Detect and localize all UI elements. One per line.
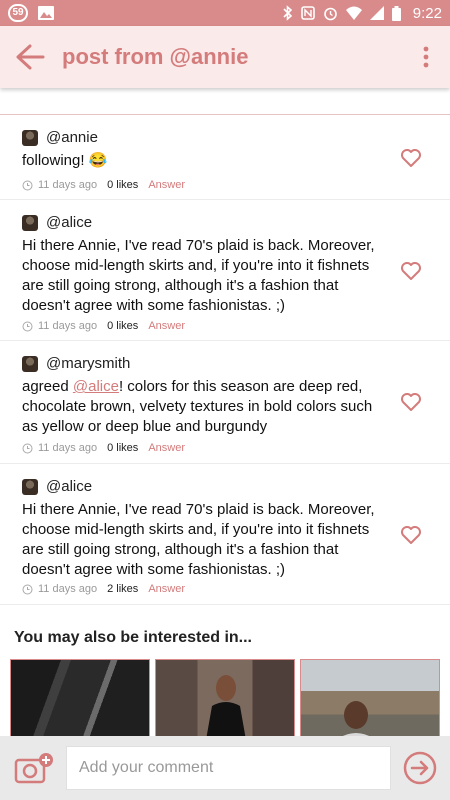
clock-time: 9:22 [412,4,442,22]
comment-composer [0,736,450,800]
comment-meta: 11 days ago 0 likes Answer [22,442,185,454]
divider [0,114,450,115]
avatar[interactable] [22,214,38,231]
comment-meta: 11 days ago 0 likes Answer [22,179,185,191]
wifi-icon [345,6,362,20]
clock-icon [22,180,33,190]
comment-text: agreed @alice! colors for this season ar… [22,377,382,437]
clock-icon [22,584,33,594]
related-post-thumbnail[interactable] [10,659,150,739]
signal-icon [369,6,384,20]
comment-text: following! 😂 [22,152,108,169]
answer-link[interactable]: Answer [148,179,185,191]
comment-username[interactable]: @alice [46,214,92,231]
heart-icon[interactable] [400,261,422,281]
page-title: post from @annie [62,44,249,69]
comment-input[interactable] [66,746,391,790]
comment-time: 11 days ago [38,179,98,191]
related-post-thumbnail[interactable] [300,659,440,739]
clock-icon [22,443,33,453]
comment-time: 11 days ago [38,320,98,332]
comment-likes: 0 likes [107,442,139,454]
nfc-icon [300,6,315,20]
heart-icon[interactable] [400,392,422,412]
person-photo [339,701,373,738]
comment-username[interactable]: @alice [46,478,92,495]
comment-meta: 11 days ago 0 likes Answer [22,320,185,332]
avatar[interactable] [22,478,38,495]
alarm-icon [323,7,337,20]
related-post-thumbnail[interactable] [155,659,295,739]
comment-header: @annie [22,129,98,146]
more-vertical-icon[interactable] [416,44,436,70]
comment-header: @marysmith [22,355,130,372]
app-bar: post from @annie [0,26,450,88]
comment-header: @alice [22,478,92,495]
status-icons: 9:22 [283,0,442,26]
heart-icon[interactable] [400,148,422,168]
add-photo-icon[interactable] [14,752,54,786]
comment-username[interactable]: @marysmith [46,355,130,372]
clock-icon [22,321,33,331]
answer-link[interactable]: Answer [148,583,185,595]
comment-time: 11 days ago [38,442,98,454]
send-arrow-icon[interactable] [402,750,438,786]
comment-text: Hi there Annie, I've read 70's plaid is … [22,237,375,314]
image-icon [38,6,54,20]
avatar[interactable] [22,355,38,372]
heart-icon[interactable] [400,525,422,545]
interest-section-title: You may also be interested in... [14,629,252,646]
person-photo [206,675,246,738]
comment-item: @alice Hi there Annie, I've read 70's pl… [0,465,450,605]
comment-item: @marysmith agreed @alice! colors for thi… [0,342,450,464]
comment-text: Hi there Annie, I've read 70's plaid is … [22,501,375,578]
comment-item: @alice Hi there Annie, I've read 70's pl… [0,201,450,341]
comment-time: 11 days ago [38,583,98,595]
comment-text-start: agreed [22,378,73,395]
comment-header: @alice [22,214,92,231]
comment-likes: 0 likes [107,179,139,191]
comment-likes: 0 likes [107,320,139,332]
battery-icon [391,5,401,21]
bluetooth-icon [283,5,292,21]
comment-item: @annie following! 😂 11 days ago 0 likes … [0,116,450,200]
notification-count-badge: 59 [8,4,28,22]
comment-likes: 2 likes [107,583,139,595]
answer-link[interactable]: Answer [148,320,185,332]
avatar[interactable] [22,129,38,146]
answer-link[interactable]: Answer [148,442,185,454]
status-bar: 59 9:22 [0,0,450,26]
comment-username[interactable]: @annie [46,129,98,146]
mention-link[interactable]: @alice [73,378,119,395]
comment-meta: 11 days ago 2 likes Answer [22,583,185,595]
back-arrow-icon[interactable] [14,42,46,72]
